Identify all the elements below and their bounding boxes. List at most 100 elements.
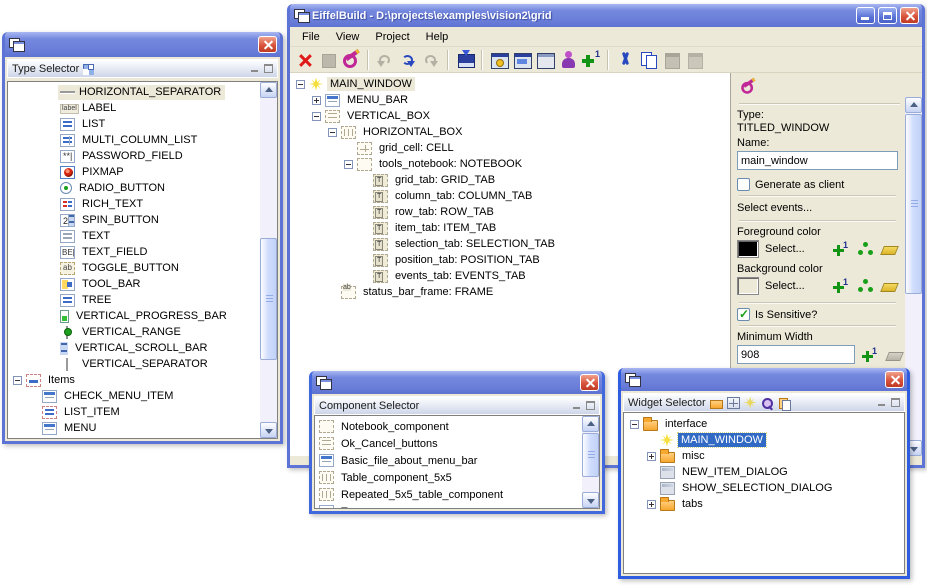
copy-icon[interactable] [637,49,659,71]
tree-item[interactable]: interface [624,416,904,432]
tree-item[interactable]: grid_cell: CELL [290,140,730,156]
collapse-icon[interactable] [13,376,22,385]
tree-item[interactable]: NEW_ITEM_DIALOG [624,464,904,480]
close-button[interactable] [580,374,599,391]
menu-view[interactable]: View [328,29,368,45]
tree-item[interactable]: status_bar_frame: FRAME [290,284,730,300]
collapse-icon[interactable] [312,112,321,121]
undo-icon[interactable] [374,49,396,71]
copy-icon[interactable] [778,397,791,409]
pane-maximize-icon[interactable] [264,64,273,73]
scroll-thumb[interactable] [905,114,922,294]
list-item[interactable]: TOGGLE_BUTTON [8,260,277,276]
menu-file[interactable]: File [294,29,328,45]
tree-item[interactable]: events_tab: EVENTS_TAB [290,268,730,284]
generate-code-icon[interactable] [454,49,476,71]
tree-item[interactable]: VERTICAL_BOX [290,108,730,124]
list-item[interactable]: VERTICAL_PROGRESS_BAR [8,308,277,324]
scroll-down-button[interactable] [260,422,277,438]
scroll-up-button[interactable] [582,416,599,432]
person-icon[interactable] [557,49,579,71]
minimize-button[interactable] [856,7,875,24]
eraser-icon[interactable] [880,277,898,295]
list-item[interactable]: SPIN_BUTTON [8,212,277,228]
list-item[interactable]: Items [8,372,277,388]
search-icon[interactable] [761,397,774,409]
expand-icon[interactable] [312,96,321,105]
list-item[interactable]: Table_component_5x5 [315,469,599,486]
paste-special-icon[interactable] [683,49,705,71]
cut-icon[interactable] [614,49,636,71]
tree-item[interactable]: row_tab: ROW_TAB [290,204,730,220]
collapse-icon[interactable] [630,420,639,429]
tree-item[interactable]: position_tab: POSITION_TAB [290,252,730,268]
add-window-icon[interactable] [727,397,740,409]
close-button[interactable] [258,36,277,53]
foreground-color-swatch[interactable] [737,240,759,258]
add-one-icon[interactable] [832,240,850,258]
list-item[interactable]: PIXMAP [8,164,277,180]
tree-item[interactable]: MENU_BAR [290,92,730,108]
main-title-bar[interactable]: EiffelBuild - D:\projects\examples\visio… [290,4,922,27]
window-settings-icon[interactable] [488,49,510,71]
redo-icon[interactable] [420,49,442,71]
generate-as-client-checkbox[interactable] [737,178,750,191]
list-item[interactable]: HORIZONTAL_SEPARATOR [8,84,277,100]
add-one-icon[interactable] [861,346,879,364]
scroll-up-button[interactable] [905,97,922,113]
preview-window-icon[interactable] [534,49,556,71]
list-item[interactable]: Repeated_5x5_table_component [315,486,599,503]
scroll-thumb[interactable] [260,238,277,360]
list-item[interactable]: Ok_Cancel_buttons [315,435,599,452]
pane-minimize-icon[interactable] [572,401,582,410]
list-item[interactable]: LIST [8,116,277,132]
tree-item[interactable]: grid_tab: GRID_TAB [290,172,730,188]
list-item[interactable]: TREE [8,292,277,308]
tree-item[interactable]: MAIN_WINDOW [290,76,730,92]
list-item[interactable]: VERTICAL_RANGE [8,324,277,340]
background-color-swatch[interactable] [737,277,759,295]
collapse-icon[interactable] [328,128,337,137]
menu-project[interactable]: Project [367,29,417,45]
tree-item[interactable]: misc [624,448,904,464]
scroll-thumb[interactable] [582,433,599,477]
component-selector-title-bar[interactable] [312,371,602,394]
expand-icon[interactable] [647,500,656,509]
close-button[interactable] [885,371,904,388]
list-item[interactable]: TEXT_FIELD [8,244,277,260]
tree-item[interactable]: selection_tab: SELECTION_TAB [290,236,730,252]
tree-item[interactable]: item_tab: ITEM_TAB [290,220,730,236]
pane-minimize-icon[interactable] [877,398,887,407]
pane-minimize-icon[interactable] [250,64,260,73]
widget-selector-title-bar[interactable] [621,368,907,391]
delete-icon[interactable] [294,49,316,71]
eraser-icon[interactable] [880,240,898,258]
list-item[interactable]: MENU [8,420,277,436]
close-button[interactable] [900,7,919,24]
color-hierarchy-icon[interactable] [856,277,874,295]
tree-item[interactable]: tools_notebook: NOTEBOOK [290,156,730,172]
tree-item[interactable]: HORIZONTAL_BOX [290,124,730,140]
list-item[interactable]: CHECK_MENU_ITEM [8,388,277,404]
list-item[interactable]: Basic_file_about_menu_bar [315,452,599,469]
builder-window-icon[interactable] [511,49,533,71]
tree-item[interactable]: column_tab: COLUMN_TAB [290,188,730,204]
rebuild-icon[interactable] [397,49,419,71]
color-hierarchy-icon[interactable] [856,240,874,258]
add-one-icon[interactable] [580,49,602,71]
list-item[interactable]: LIST_ITEM [8,404,277,420]
select-events-link[interactable]: Select events... [737,202,898,214]
menu-help[interactable]: Help [418,29,457,45]
expand-icon[interactable] [647,452,656,461]
folder-icon[interactable] [710,400,723,409]
edit-component-icon[interactable] [340,49,362,71]
is-sensitive-checkbox[interactable] [737,308,750,321]
list-item[interactable]: TEXT [8,228,277,244]
scroll-down-button[interactable] [582,492,599,508]
widget-selector-inner-title[interactable]: Widget Selector [623,393,905,412]
pane-maximize-icon[interactable] [891,398,900,407]
list-item[interactable]: VERTICAL_SCROLL_BAR [8,340,277,356]
list-item[interactable]: RICH_TEXT [8,196,277,212]
component-list-scrollbar[interactable] [582,416,599,508]
type-list-scrollbar[interactable] [260,82,277,438]
